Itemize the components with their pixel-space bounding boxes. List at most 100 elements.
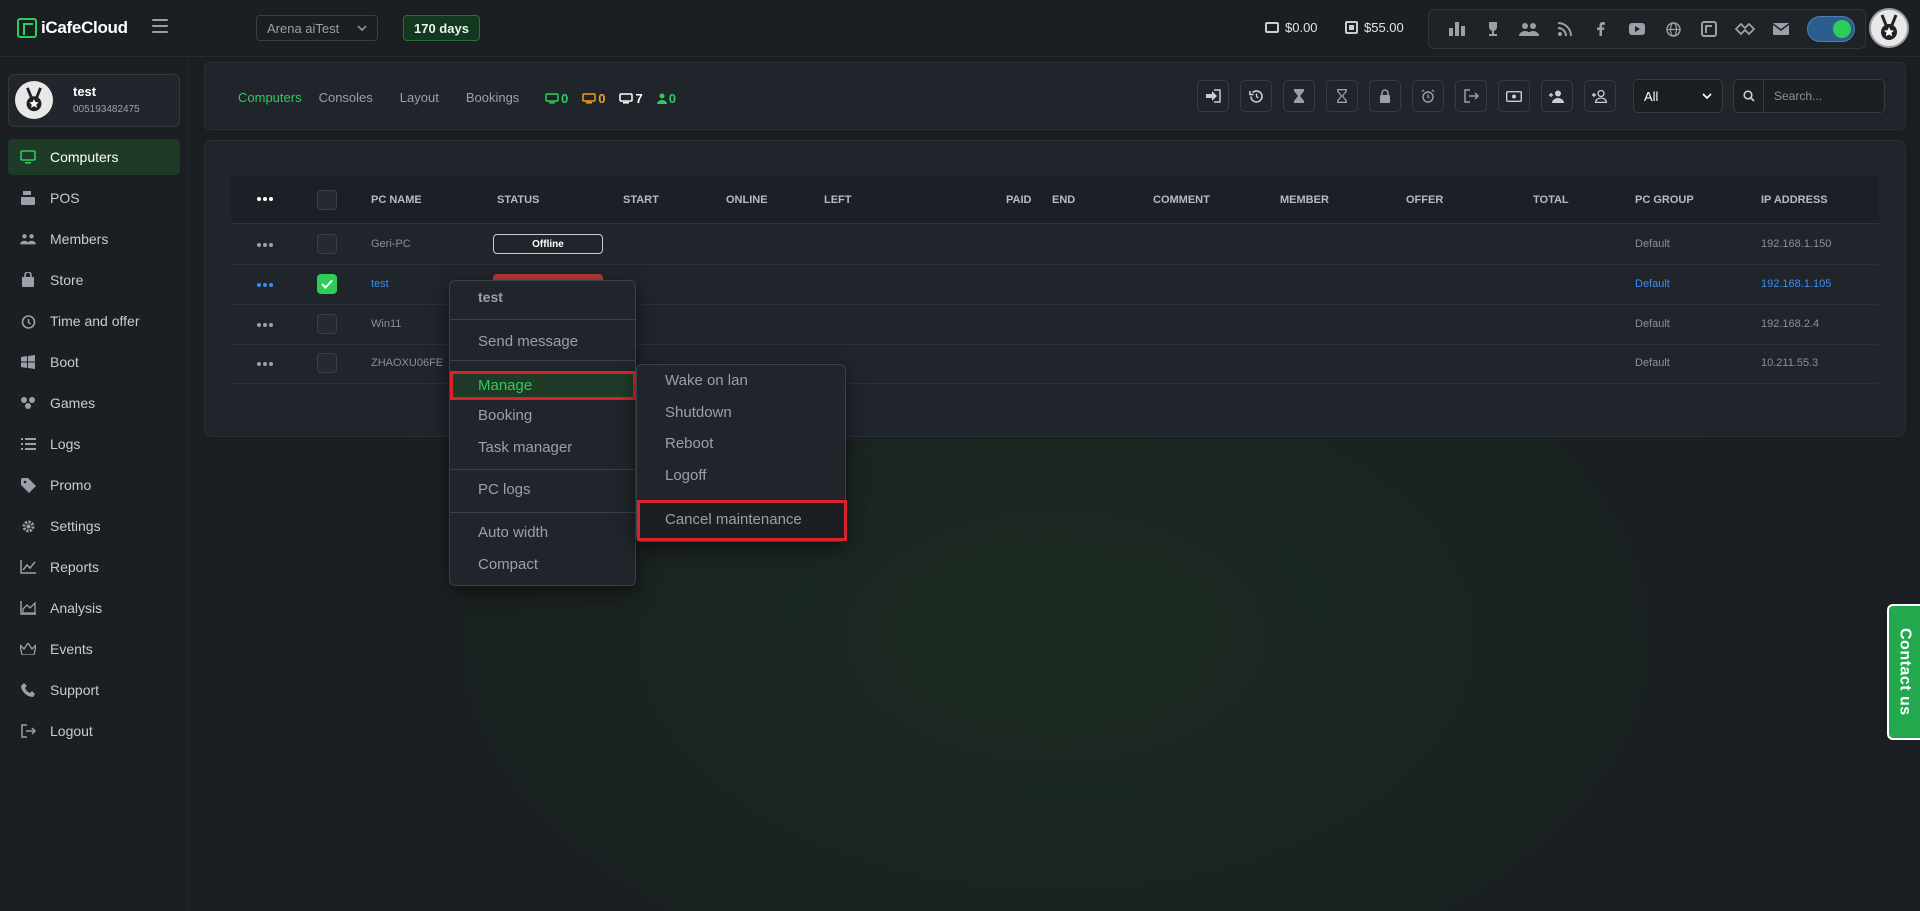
hourglass-full-button[interactable] <box>1283 80 1315 112</box>
column-header-paid[interactable]: PAID <box>1006 194 1031 206</box>
pc-name[interactable]: test <box>371 278 389 290</box>
topup-button[interactable] <box>1498 80 1530 112</box>
mail-icon[interactable] <box>1763 17 1799 41</box>
column-header-pc-name[interactable]: PC NAME <box>371 194 422 206</box>
sidebar-item-logout[interactable]: Logout <box>8 713 180 749</box>
sidebar-item-reports[interactable]: Reports <box>8 549 180 585</box>
row-options-icon[interactable] <box>257 283 273 287</box>
sidebar-item-label: Logout <box>50 723 93 739</box>
column-header-left[interactable]: LEFT <box>824 194 852 206</box>
alarm-button[interactable] <box>1412 80 1444 112</box>
logout-pc-button[interactable] <box>1455 80 1487 112</box>
sidebar-item-events[interactable]: Events <box>8 631 180 667</box>
pc-group: Default <box>1635 318 1670 330</box>
menu-item-pc-logs[interactable]: PC logs <box>478 481 531 498</box>
members-count[interactable]: 0 <box>656 91 676 106</box>
leaderboard-icon[interactable] <box>1439 17 1475 41</box>
sidebar-item-promo[interactable]: Promo <box>8 467 180 503</box>
sidebar-item-label: Events <box>50 641 93 657</box>
sidebar-item-support[interactable]: Support <box>8 672 180 708</box>
menu-item-auto-width[interactable]: Auto width <box>478 524 548 541</box>
logout-icon <box>1463 89 1479 103</box>
profile-card[interactable]: test 005193482475 <box>8 74 180 127</box>
menu-toggle-icon[interactable] <box>152 19 168 33</box>
column-header-member[interactable]: MEMBER <box>1280 194 1329 206</box>
search-input[interactable] <box>1764 89 1882 103</box>
sidebar-item-members[interactable]: Members <box>8 221 180 257</box>
login-button[interactable] <box>1197 80 1229 112</box>
row-options-icon[interactable] <box>257 362 273 366</box>
gamepad-icon <box>20 395 36 411</box>
group-icon[interactable] <box>1511 17 1547 41</box>
pc-name[interactable]: ZHAOXU06FE <box>371 357 443 369</box>
column-header-status[interactable]: STATUS <box>497 194 539 206</box>
tab-computers[interactable]: Computers <box>238 90 302 105</box>
cash-balance-value: $0.00 <box>1285 20 1318 35</box>
trophy-icon[interactable] <box>1475 17 1511 41</box>
table-options-icon[interactable] <box>257 197 273 201</box>
add-guest-button[interactable] <box>1584 80 1616 112</box>
menu-item-compact[interactable]: Compact <box>478 556 538 573</box>
globe-icon[interactable] <box>1655 17 1691 41</box>
facebook-icon[interactable] <box>1583 17 1619 41</box>
sidebar-item-games[interactable]: Games <box>8 385 180 421</box>
tab-consoles[interactable]: Consoles <box>319 90 373 105</box>
menu-item-cancel-maintenance[interactable]: Cancel maintenance <box>637 500 847 541</box>
menu-item-send-message[interactable]: Send message <box>478 333 578 350</box>
available-count[interactable]: 0 <box>545 91 568 106</box>
icafe-icon[interactable] <box>1691 17 1727 41</box>
rss-icon[interactable] <box>1547 17 1583 41</box>
menu-item-manage[interactable]: Manage <box>450 371 636 400</box>
pc-group-filter[interactable]: All <box>1633 79 1723 113</box>
pc-name[interactable]: Geri-PC <box>371 238 411 250</box>
column-header-total[interactable]: TOTAL <box>1533 194 1569 206</box>
handshake-icon[interactable] <box>1727 17 1763 41</box>
column-header-start[interactable]: START <box>623 194 659 206</box>
row-checkbox[interactable] <box>317 234 337 254</box>
user-avatar[interactable] <box>1869 8 1909 48</box>
column-header-pc-group[interactable]: PC GROUP <box>1635 194 1694 206</box>
contact-us-button[interactable]: Contact us <box>1887 604 1920 740</box>
table-row[interactable]: Geri-PC Offline Default 192.168.1.150 <box>231 225 1879 265</box>
menu-item-shutdown[interactable]: Shutdown <box>665 404 732 421</box>
sidebar-item-computers[interactable]: Computers <box>8 139 180 175</box>
tab-layout[interactable]: Layout <box>400 90 439 105</box>
history-button[interactable] <box>1240 80 1272 112</box>
sidebar-item-time-and-offer[interactable]: Time and offer <box>8 303 180 339</box>
chevron-down-icon <box>1702 93 1712 99</box>
youtube-icon[interactable] <box>1619 17 1655 41</box>
sidebar-item-settings[interactable]: Settings <box>8 508 180 544</box>
sidebar-item-boot[interactable]: Boot <box>8 344 180 380</box>
menu-item-reboot[interactable]: Reboot <box>665 435 713 452</box>
row-options-icon[interactable] <box>257 323 273 327</box>
theme-toggle[interactable] <box>1807 16 1855 42</box>
sidebar-item-analysis[interactable]: Analysis <box>8 590 180 626</box>
column-header-offer[interactable]: OFFER <box>1406 194 1443 206</box>
column-header-end[interactable]: END <box>1052 194 1075 206</box>
row-checkbox-checked[interactable] <box>317 274 337 294</box>
column-header-comment[interactable]: COMMENT <box>1153 194 1210 206</box>
menu-item-booking[interactable]: Booking <box>478 407 532 424</box>
lock-button[interactable] <box>1369 80 1401 112</box>
pc-name[interactable]: Win11 <box>371 318 401 330</box>
menu-item-wake-on-lan[interactable]: Wake on lan <box>665 372 748 389</box>
sidebar-item-pos[interactable]: POS <box>8 180 180 216</box>
menu-item-logoff[interactable]: Logoff <box>665 467 706 484</box>
select-all-checkbox[interactable] <box>317 190 337 210</box>
row-checkbox[interactable] <box>317 353 337 373</box>
menu-item-task-manager[interactable]: Task manager <box>478 439 572 456</box>
sidebar-item-logs[interactable]: Logs <box>8 426 180 462</box>
hourglass-empty-button[interactable] <box>1326 80 1358 112</box>
search-icon[interactable] <box>1734 80 1764 112</box>
total-count[interactable]: 7 <box>619 91 643 106</box>
column-header-ip-address[interactable]: IP ADDRESS <box>1761 194 1828 206</box>
app-logo[interactable]: iCafeCloud <box>17 18 128 38</box>
cafe-select[interactable]: Arena aiTest <box>256 15 378 41</box>
row-options-icon[interactable] <box>257 243 273 247</box>
row-checkbox[interactable] <box>317 314 337 334</box>
add-member-button[interactable] <box>1541 80 1573 112</box>
column-header-online[interactable]: ONLINE <box>726 194 768 206</box>
tab-bookings[interactable]: Bookings <box>466 90 519 105</box>
sidebar-item-store[interactable]: Store <box>8 262 180 298</box>
in-use-count[interactable]: 0 <box>582 91 605 106</box>
